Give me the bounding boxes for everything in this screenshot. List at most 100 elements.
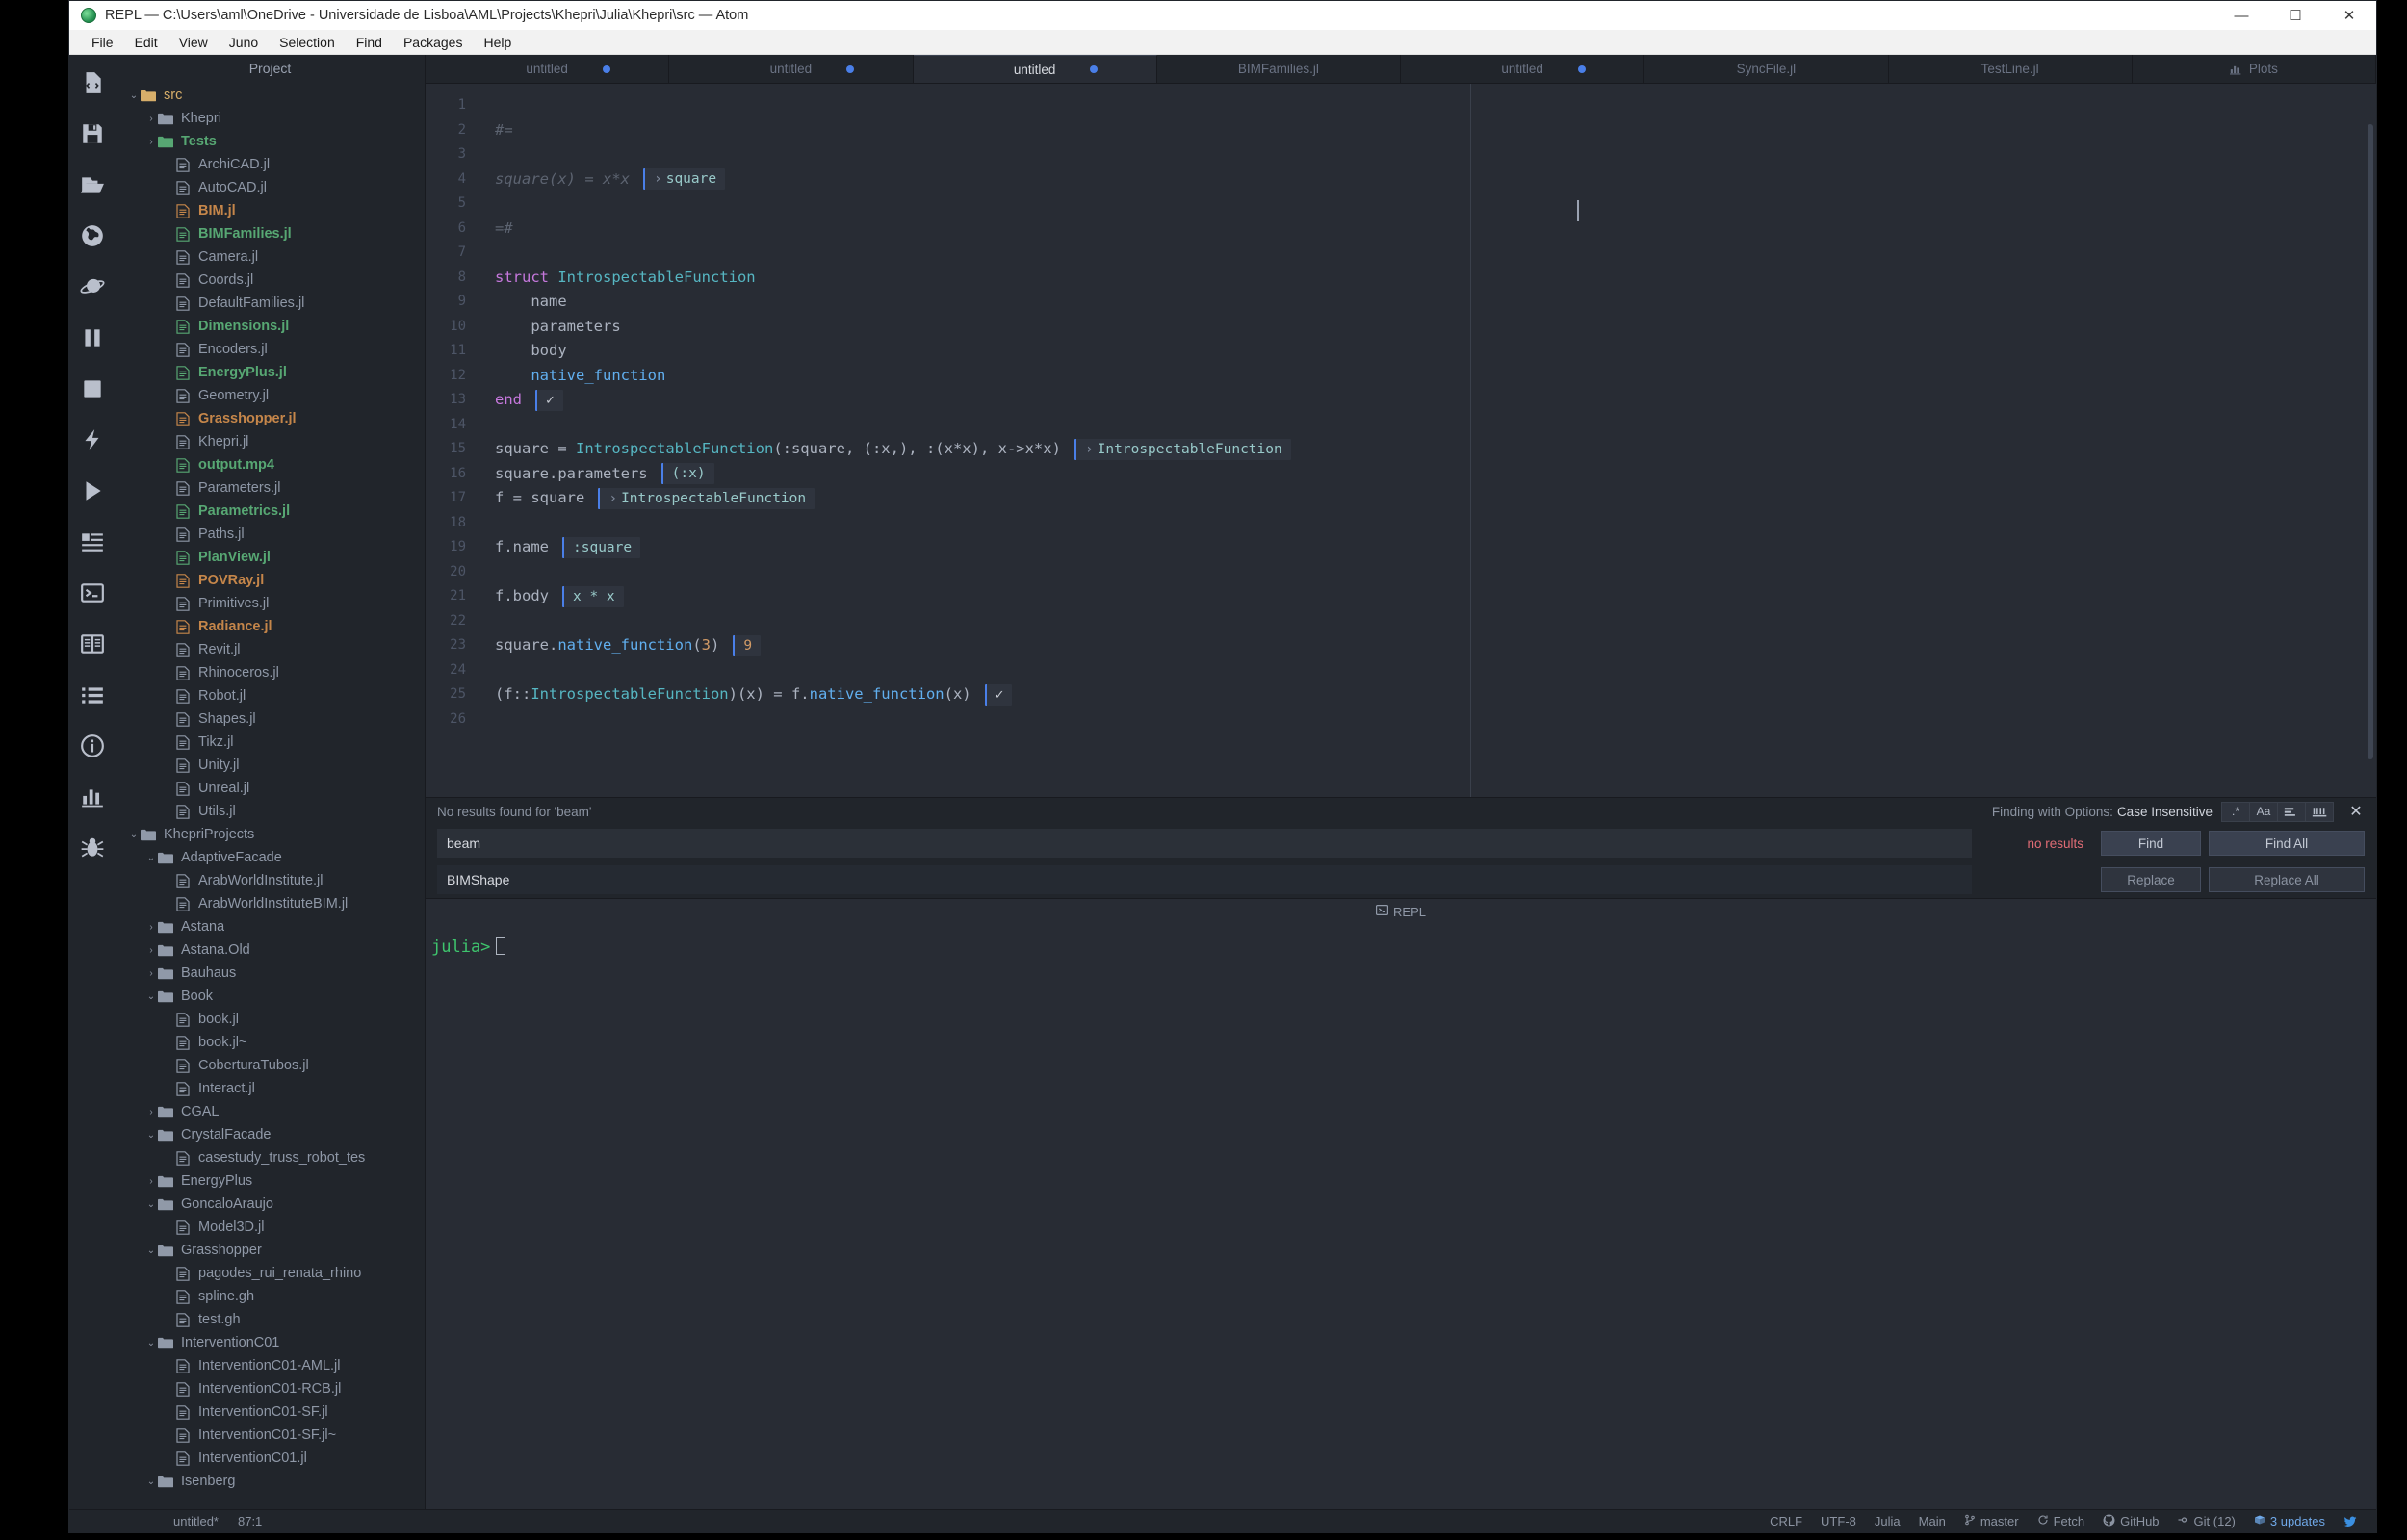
code-line[interactable]: [495, 241, 2376, 266]
tree-file[interactable]: ›Primitives.jl: [116, 592, 425, 615]
code-line[interactable]: parameters: [495, 315, 2376, 340]
code-line[interactable]: [495, 707, 2376, 732]
pause-icon[interactable]: [78, 323, 107, 352]
code-editor[interactable]: 1 2 3 4 5 6 7 8 9 10 11 12 13 14 15 16 17 18 19 20 21 22 23 24 2…: [426, 84, 2376, 797]
status-cursor-position[interactable]: 87:1: [238, 1514, 262, 1528]
tree-disclosure-arrow[interactable]: ›: [144, 1107, 158, 1117]
code-line[interactable]: [495, 560, 2376, 585]
info-icon[interactable]: [78, 732, 107, 760]
tree-folder[interactable]: ⌄ Book: [116, 985, 425, 1008]
tree-file[interactable]: ›Parametrics.jl: [116, 500, 425, 523]
tree-file[interactable]: ›DefaultFamilies.jl: [116, 292, 425, 315]
open-folder-icon[interactable]: [78, 170, 107, 199]
tree-file[interactable]: ›Geometry.jl: [116, 384, 425, 407]
code-line[interactable]: [495, 93, 2376, 118]
tree-disclosure-arrow[interactable]: ›: [144, 114, 158, 124]
tree-disclosure-arrow[interactable]: ›: [144, 922, 158, 933]
project-tree[interactable]: ⌄src›Khepri›Tests›ArchiCAD.jl›AutoCAD.jl…: [116, 82, 425, 1509]
tree-disclosure-arrow[interactable]: ⌄: [144, 1338, 158, 1348]
twitter-icon[interactable]: [2343, 1515, 2357, 1528]
tree-file[interactable]: ›output.mp4: [116, 453, 425, 476]
stop-icon[interactable]: [78, 374, 107, 403]
code-line[interactable]: square.native_function(3) 9: [495, 633, 2376, 658]
find-button[interactable]: Find: [2101, 831, 2201, 856]
tree-file[interactable]: ›Encoders.jl: [116, 338, 425, 361]
tree-file[interactable]: ›Paths.jl: [116, 523, 425, 546]
tab-plots[interactable]: Plots: [2132, 55, 2376, 83]
tree-disclosure-arrow[interactable]: ⌄: [144, 1199, 158, 1210]
code-line[interactable]: body: [495, 339, 2376, 364]
menu-help[interactable]: Help: [473, 32, 522, 53]
tree-file[interactable]: ›Shapes.jl: [116, 707, 425, 731]
tree-disclosure-arrow[interactable]: ⌄: [127, 830, 141, 840]
status-git-branch[interactable]: master: [1964, 1514, 2019, 1528]
maximize-button[interactable]: ☐: [2268, 1, 2322, 30]
code-line[interactable]: (f::IntrospectableFunction)(x) = f.nativ…: [495, 682, 2376, 707]
code-line[interactable]: #=: [495, 118, 2376, 143]
lightning-icon[interactable]: [78, 425, 107, 454]
tree-disclosure-arrow[interactable]: ⌄: [144, 1245, 158, 1256]
status-updates[interactable]: 3 updates: [2254, 1514, 2325, 1528]
tree-folder[interactable]: › Astana.Old: [116, 938, 425, 962]
tree-folder[interactable]: › EnergyPlus: [116, 1169, 425, 1193]
tree-file[interactable]: ›Dimensions.jl: [116, 315, 425, 338]
tree-file[interactable]: ›Robot.jl: [116, 684, 425, 707]
new-file-icon[interactable]: [78, 68, 107, 97]
code-content[interactable]: #= square(x) = x*x › square =# struct Introsp…: [478, 84, 2376, 797]
terminal-icon[interactable]: [78, 578, 107, 607]
tree-folder[interactable]: ⌄ Isenberg: [116, 1470, 425, 1493]
code-line[interactable]: [495, 413, 2376, 438]
menu-view[interactable]: View: [168, 32, 219, 53]
repl-panel[interactable]: REPL julia>: [426, 898, 2376, 1509]
tree-file[interactable]: ›InterventionC01-RCB.jl: [116, 1377, 425, 1400]
tab-untitled[interactable]: untitled: [1401, 55, 1645, 83]
tab-syncfile-jl[interactable]: SyncFile.jl: [1644, 55, 1889, 83]
tree-file[interactable]: ›POVRay.jl: [116, 569, 425, 592]
close-button[interactable]: ✕: [2322, 1, 2376, 30]
save-icon[interactable]: [78, 119, 107, 148]
status-fetch[interactable]: Fetch: [2037, 1514, 2084, 1528]
in-selection-toggle-icon[interactable]: [2305, 801, 2334, 822]
code-line[interactable]: [495, 142, 2376, 167]
tree-file[interactable]: ›pagodes_rui_renata_rhino: [116, 1262, 425, 1285]
menu-find[interactable]: Find: [346, 32, 393, 53]
tree-disclosure-arrow[interactable]: ⌄: [144, 991, 158, 1002]
tree-file[interactable]: ›Khepri.jl: [116, 430, 425, 453]
status-line-ending[interactable]: CRLF: [1770, 1514, 1802, 1528]
code-line[interactable]: f = square › IntrospectableFunction: [495, 486, 2376, 511]
tree-disclosure-arrow[interactable]: ⌄: [144, 853, 158, 863]
tree-file[interactable]: ›Tikz.jl: [116, 731, 425, 754]
tree-folder[interactable]: ⌄ KhepriProjects: [116, 823, 425, 846]
tree-file[interactable]: ›BIMFamilies.jl: [116, 222, 425, 245]
menu-edit[interactable]: Edit: [124, 32, 168, 53]
code-line[interactable]: square(x) = x*x › square: [495, 167, 2376, 192]
code-line[interactable]: square = IntrospectableFunction(:square,…: [495, 437, 2376, 462]
tab-bar[interactable]: untitled untitled untitled BIMFamilies.jl un…: [426, 55, 2376, 84]
tab-untitled[interactable]: untitled: [669, 55, 914, 83]
tab-untitled[interactable]: untitled: [913, 55, 1157, 83]
tree-folder[interactable]: › Bauhaus: [116, 962, 425, 985]
code-line[interactable]: =#: [495, 217, 2376, 242]
code-line[interactable]: end ✓: [495, 388, 2376, 413]
tree-file[interactable]: ›PlanView.jl: [116, 546, 425, 569]
tab-untitled[interactable]: untitled: [426, 55, 670, 83]
tree-disclosure-arrow[interactable]: ›: [144, 137, 158, 147]
tree-file[interactable]: ›Camera.jl: [116, 245, 425, 269]
tree-file[interactable]: ›spline.gh: [116, 1285, 425, 1308]
globe-icon[interactable]: [78, 221, 107, 250]
code-line[interactable]: struct IntrospectableFunction: [495, 266, 2376, 291]
case-sensitive-toggle-icon[interactable]: Aa: [2249, 801, 2278, 822]
tree-file[interactable]: ›ArabWorldInstitute.jl: [116, 869, 425, 892]
bug-icon[interactable]: [78, 834, 107, 862]
tree-file[interactable]: ›ArchiCAD.jl: [116, 153, 425, 176]
code-line[interactable]: name: [495, 290, 2376, 315]
tree-folder[interactable]: › CGAL: [116, 1100, 425, 1123]
tree-folder[interactable]: ⌄ GoncaloAraujo: [116, 1193, 425, 1216]
tree-file[interactable]: ›AutoCAD.jl: [116, 176, 425, 199]
tree-file[interactable]: ›Unreal.jl: [116, 777, 425, 800]
code-line[interactable]: [495, 609, 2376, 634]
tree-file[interactable]: ›BIM.jl: [116, 199, 425, 222]
code-line[interactable]: f.name:square: [495, 535, 2376, 560]
tree-folder[interactable]: ⌄ src: [116, 84, 425, 107]
minimize-button[interactable]: —: [2214, 1, 2268, 30]
